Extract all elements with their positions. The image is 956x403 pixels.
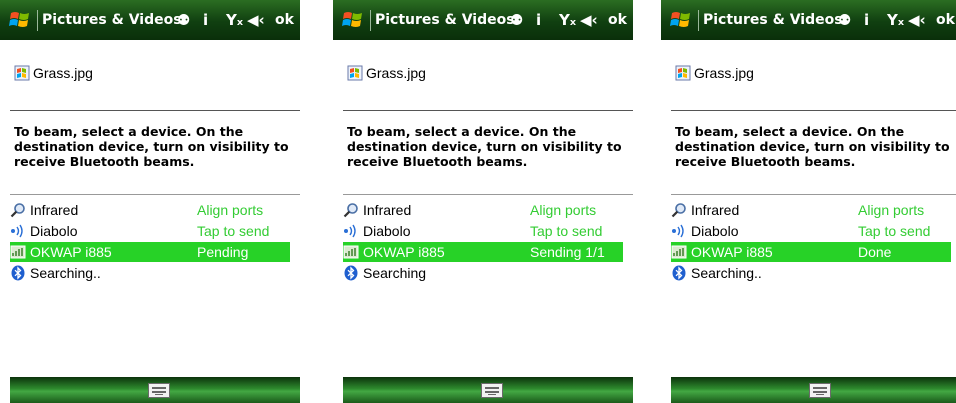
volume-icon[interactable]: ◀‹ xyxy=(247,11,265,29)
device-name: OKWAP i885 xyxy=(363,244,445,260)
device-icon xyxy=(671,245,687,259)
device-row-okwap[interactable]: OKWAP i885 Pending xyxy=(10,242,290,262)
file-name: Grass.jpg xyxy=(694,65,754,81)
start-menu-icon[interactable] xyxy=(9,9,31,31)
title-separator xyxy=(698,10,699,31)
connectivity-icon[interactable]: ⚉ xyxy=(510,11,523,29)
connectivity-icon[interactable]: ⚉ xyxy=(838,11,851,29)
device-icon xyxy=(343,245,359,259)
menu-bar xyxy=(671,377,956,403)
signal-off-icon[interactable]: Yₓ xyxy=(226,11,243,29)
device-row-searching: Searching.. xyxy=(671,263,951,283)
device-name: Searching.. xyxy=(691,265,762,281)
device-status: Tap to send xyxy=(858,223,931,239)
beam-screen-done: Pictures & Videos ⚉ i Yₓ ◀‹ ok Grass.jpg… xyxy=(661,0,956,403)
keyboard-icon[interactable] xyxy=(809,383,831,398)
device-name: Searching.. xyxy=(30,265,101,281)
device-row-infrared[interactable]: Infrared Align ports xyxy=(343,200,623,220)
device-name: OKWAP i885 xyxy=(691,244,773,260)
title-bar: Pictures & Videos ⚉ i Yₓ ◀‹ ok xyxy=(661,0,956,40)
title-bar: Pictures & Videos ⚉ i Yₓ ◀‹ ok xyxy=(0,0,300,40)
device-status: Align ports xyxy=(858,202,925,218)
device-status: Sending 1/1 xyxy=(530,244,605,260)
notification-icon[interactable]: i xyxy=(203,11,208,29)
menu-bar xyxy=(10,377,300,403)
device-status: Align ports xyxy=(197,202,264,218)
beam-screen-sending: Pictures & Videos ⚉ i Yₓ ◀‹ ok Grass.jpg… xyxy=(333,0,633,403)
beam-instructions: To beam, select a device. On the destina… xyxy=(14,124,289,169)
bluetooth-icon xyxy=(11,265,25,281)
device-name: Searching xyxy=(363,265,427,281)
device-icon xyxy=(10,245,26,259)
device-row-diabolo[interactable]: Diabolo Tap to send xyxy=(343,221,623,241)
ok-button[interactable]: ok xyxy=(608,12,627,28)
device-status: Tap to send xyxy=(530,223,603,239)
device-name: Infrared xyxy=(691,202,740,218)
device-status: Pending xyxy=(197,244,249,260)
notification-icon[interactable]: i xyxy=(536,11,541,29)
title-separator xyxy=(37,10,38,31)
infrared-icon xyxy=(672,224,684,238)
infrared-icon xyxy=(344,224,356,238)
volume-icon[interactable]: ◀‹ xyxy=(908,11,926,29)
signal-off-icon[interactable]: Yₓ xyxy=(887,11,904,29)
device-name: Diabolo xyxy=(363,223,411,239)
app-title: Pictures & Videos xyxy=(42,12,182,28)
device-name: OKWAP i885 xyxy=(30,244,112,260)
start-menu-icon[interactable] xyxy=(342,9,364,31)
notification-icon[interactable]: i xyxy=(864,11,869,29)
magnifier-icon xyxy=(343,203,358,218)
start-menu-icon[interactable] xyxy=(670,9,692,31)
beam-instructions: To beam, select a device. On the destina… xyxy=(675,124,950,169)
infrared-icon xyxy=(11,224,23,238)
divider xyxy=(10,194,300,195)
device-row-searching: Searching xyxy=(343,263,623,283)
divider xyxy=(343,110,633,111)
keyboard-icon[interactable] xyxy=(148,383,170,398)
keyboard-icon[interactable] xyxy=(481,383,503,398)
device-name: Diabolo xyxy=(691,223,739,239)
magnifier-icon xyxy=(10,203,25,218)
divider xyxy=(671,194,956,195)
device-status: Done xyxy=(858,244,892,260)
title-separator xyxy=(370,10,371,31)
ok-button[interactable]: ok xyxy=(936,12,955,28)
file-name: Grass.jpg xyxy=(366,65,426,81)
device-row-diabolo[interactable]: Diabolo Tap to send xyxy=(671,221,951,241)
device-row-infrared[interactable]: Infrared Align ports xyxy=(671,200,951,220)
volume-icon[interactable]: ◀‹ xyxy=(580,11,598,29)
device-status: Tap to send xyxy=(197,223,270,239)
bluetooth-icon xyxy=(672,265,686,281)
beam-instructions: To beam, select a device. On the destina… xyxy=(347,124,622,169)
ok-button[interactable]: ok xyxy=(275,12,294,28)
divider xyxy=(343,194,633,195)
divider xyxy=(10,110,300,111)
device-name: Infrared xyxy=(30,202,79,218)
image-file-icon xyxy=(675,65,691,81)
device-row-diabolo[interactable]: Diabolo Tap to send xyxy=(10,221,290,241)
image-file-icon xyxy=(14,65,30,81)
file-name: Grass.jpg xyxy=(33,65,93,81)
app-title: Pictures & Videos xyxy=(703,12,843,28)
device-name: Diabolo xyxy=(30,223,78,239)
connectivity-icon[interactable]: ⚉ xyxy=(177,11,190,29)
device-row-searching: Searching.. xyxy=(10,263,290,283)
device-row-okwap[interactable]: OKWAP i885 Done xyxy=(671,242,951,262)
menu-bar xyxy=(343,377,633,403)
bluetooth-icon xyxy=(344,265,358,281)
divider xyxy=(671,110,956,111)
title-bar: Pictures & Videos ⚉ i Yₓ ◀‹ ok xyxy=(333,0,633,40)
app-title: Pictures & Videos xyxy=(375,12,515,28)
device-status: Align ports xyxy=(530,202,597,218)
magnifier-icon xyxy=(671,203,686,218)
device-name: Infrared xyxy=(363,202,412,218)
signal-off-icon[interactable]: Yₓ xyxy=(559,11,576,29)
beam-screen-pending: Pictures & Videos ⚉ i Yₓ ◀‹ ok Grass.jpg… xyxy=(0,0,300,403)
device-row-infrared[interactable]: Infrared Align ports xyxy=(10,200,290,220)
device-row-okwap[interactable]: OKWAP i885 Sending 1/1 xyxy=(343,242,623,262)
image-file-icon xyxy=(347,65,363,81)
